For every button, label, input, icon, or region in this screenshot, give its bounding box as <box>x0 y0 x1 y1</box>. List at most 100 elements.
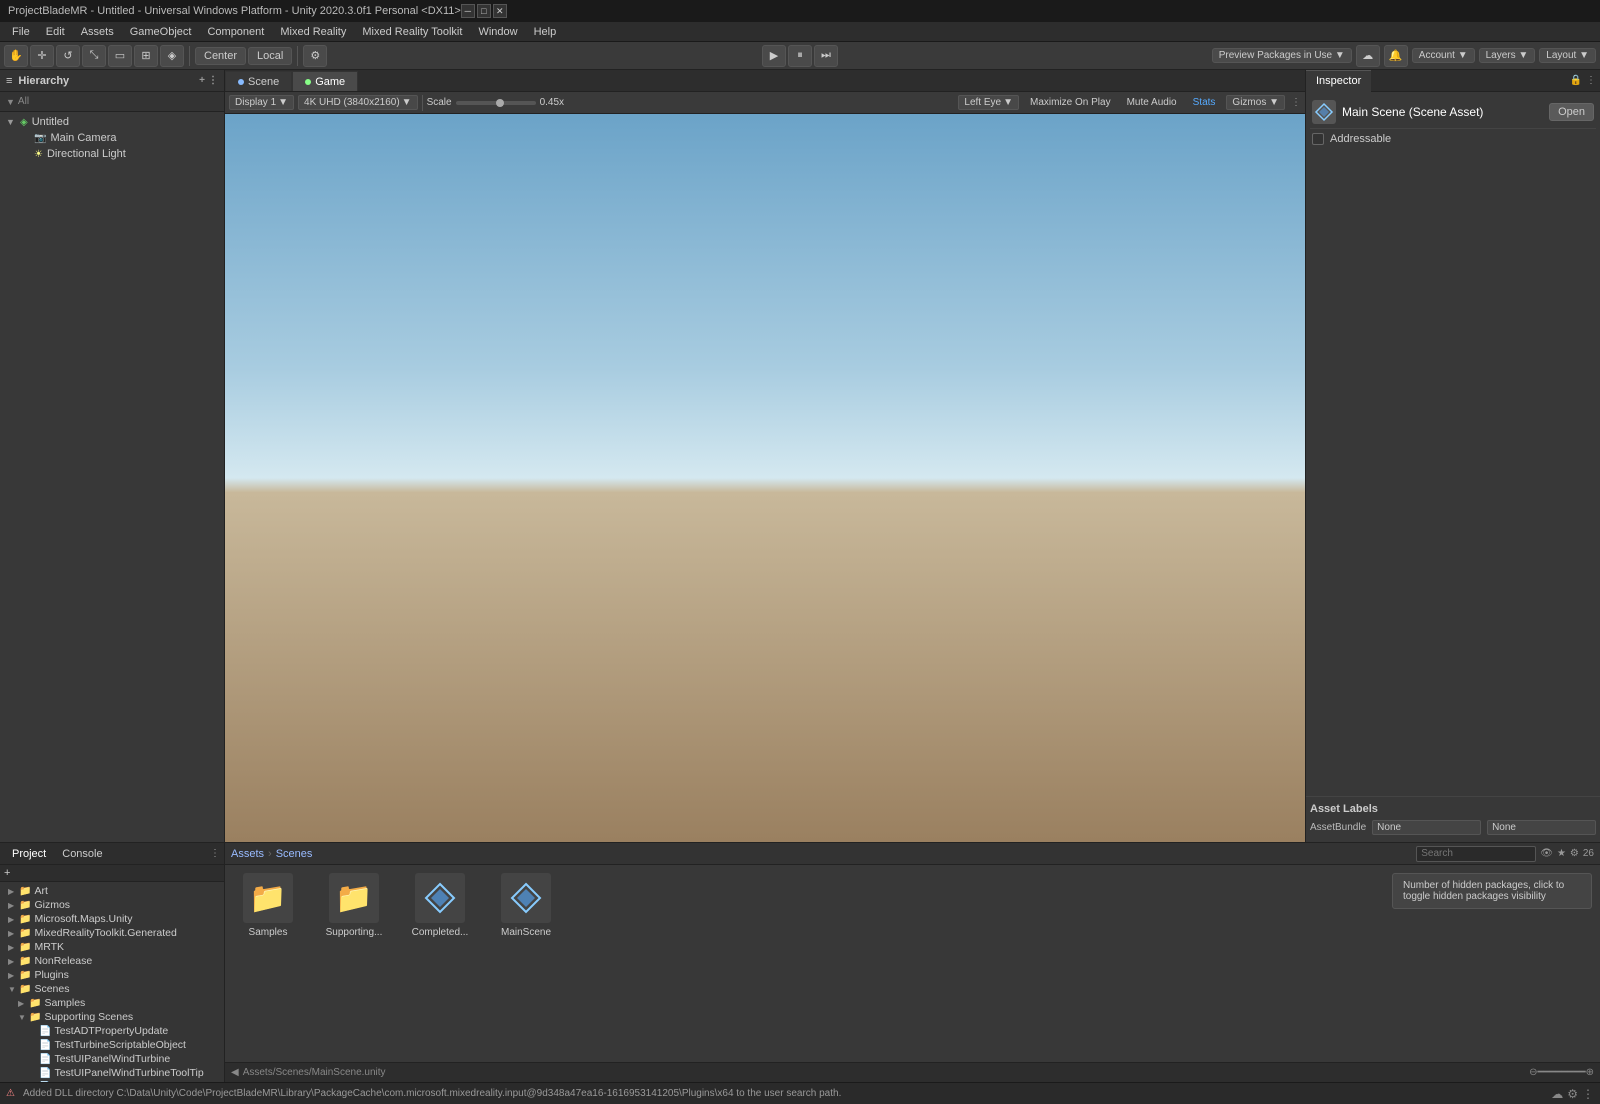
display-dropdown[interactable]: Display 1 ▼ <box>229 95 294 110</box>
menu-edit[interactable]: Edit <box>38 24 73 40</box>
eye-dropdown[interactable]: Left Eye ▼ <box>958 95 1019 110</box>
testadt-icon: 📄 <box>39 1026 51 1037</box>
status-cloud-btn[interactable]: ☁ <box>1551 1087 1563 1101</box>
asset-eye-icon[interactable]: 👁 <box>1540 848 1553 859</box>
camera-icon: 📷 <box>34 133 46 144</box>
asset-filter-icon[interactable]: ⚙ <box>1570 848 1579 859</box>
mrtk-arrow: ▶ <box>8 943 16 952</box>
tree-item-art[interactable]: ▶ 📁 Art <box>0 884 224 898</box>
breadcrumb-scenes[interactable]: Scenes <box>276 848 313 860</box>
tree-item-mrtk[interactable]: ▶ 📁 MRTK <box>0 940 224 954</box>
mute-audio[interactable]: Mute Audio <box>1122 96 1182 109</box>
project-tab-project[interactable]: Project <box>4 846 54 862</box>
scene-icon: ◈ <box>20 117 28 128</box>
plugins-icon: 📁 <box>19 970 31 981</box>
asset-path-slider[interactable]: ⊖━━━━━━━━⊕ <box>1529 1067 1594 1078</box>
tree-item-testui1[interactable]: 📄 TestUIPanelWindTurbine <box>0 1052 224 1066</box>
tree-item-samples[interactable]: ▶ 📁 Samples <box>0 996 224 1010</box>
add-asset-button[interactable]: + <box>4 867 10 879</box>
maximize-button[interactable]: □ <box>477 4 491 18</box>
inspector-bottom: Asset Labels AssetBundle None None <box>1306 796 1600 842</box>
menu-assets[interactable]: Assets <box>73 24 122 40</box>
menu-window[interactable]: Window <box>470 24 525 40</box>
snap-settings-button[interactable]: ⚙ <box>303 45 327 67</box>
rotate-tool-button[interactable]: ↺ <box>56 45 80 67</box>
breadcrumb-assets[interactable]: Assets <box>231 848 264 860</box>
asset-item-completed[interactable]: Completed... <box>405 873 475 938</box>
hierarchy-light-item[interactable]: ☀ Directional Light <box>0 146 224 162</box>
account-dropdown[interactable]: Account ▼ <box>1412 48 1475 63</box>
project-tab-console[interactable]: Console <box>54 846 110 862</box>
minimize-button[interactable]: ─ <box>461 4 475 18</box>
status-settings-btn[interactable]: ⚙ <box>1567 1087 1578 1101</box>
asset-variant-dropdown[interactable]: None <box>1487 820 1596 835</box>
addressable-checkbox[interactable] <box>1312 133 1324 145</box>
menu-help[interactable]: Help <box>526 24 565 40</box>
resolution-dropdown[interactable]: 4K UHD (3840x2160) ▼ <box>298 95 418 110</box>
tree-item-testui2[interactable]: 📄 TestUIPanelWindTurbineToolTip <box>0 1066 224 1080</box>
rect-tool-button[interactable]: ▭ <box>108 45 132 67</box>
layout-dropdown[interactable]: Layout ▼ <box>1539 48 1596 63</box>
maximize-on-play[interactable]: Maximize On Play <box>1025 96 1116 109</box>
hierarchy-scene-item[interactable]: ▼ ◈ Untitled <box>0 114 224 130</box>
menu-component[interactable]: Component <box>199 24 272 40</box>
custom-tool-button[interactable]: ◈ <box>160 45 184 67</box>
hierarchy-add-button[interactable]: + <box>199 75 205 86</box>
stats-button[interactable]: Stats <box>1188 96 1221 109</box>
play-button[interactable]: ▶ <box>762 45 786 67</box>
menu-file[interactable]: File <box>4 24 38 40</box>
asset-item-mainscene[interactable]: MainScene <box>491 873 561 938</box>
step-button[interactable]: ⏭ <box>814 45 838 67</box>
preview-packages-button[interactable]: Preview Packages in Use ▼ <box>1212 48 1352 63</box>
status-more-btn[interactable]: ⋮ <box>1582 1087 1594 1101</box>
tree-item-testturbine[interactable]: 📄 TestTurbineScriptableObject <box>0 1038 224 1052</box>
tree-item-scenes[interactable]: ▼ 📁 Scenes <box>0 982 224 996</box>
scale-tool-button[interactable]: ⤡ <box>82 45 106 67</box>
inspector-lock-button[interactable]: 🔒 <box>1570 75 1582 86</box>
status-bar: ⚠ Added DLL directory C:\Data\Unity\Code… <box>0 1082 1600 1104</box>
project-more-btn[interactable]: ⋮ <box>210 848 220 859</box>
scale-slider[interactable] <box>456 101 536 105</box>
tree-item-plugins[interactable]: ▶ 📁 Plugins <box>0 968 224 982</box>
tree-item-testadt[interactable]: 📄 TestADTPropertyUpdate <box>0 1024 224 1038</box>
tree-item-supporting[interactable]: ▼ 📁 Supporting Scenes <box>0 1010 224 1024</box>
collab-button[interactable]: 🔔 <box>1384 45 1408 67</box>
hand-tool-button[interactable]: ✋ <box>4 45 28 67</box>
cloud-button[interactable]: ☁ <box>1356 45 1380 67</box>
layers-dropdown[interactable]: Layers ▼ <box>1479 48 1536 63</box>
transform-tool-button[interactable]: ⊞ <box>134 45 158 67</box>
tree-item-testprogress[interactable]: 📄 TestUIProgress <box>0 1080 224 1082</box>
asset-bundle-dropdown[interactable]: None <box>1372 820 1481 835</box>
local-button[interactable]: Local <box>248 47 292 65</box>
tree-item-nonrelease[interactable]: ▶ 📁 NonRelease <box>0 954 224 968</box>
light-icon: ☀ <box>34 149 43 160</box>
tree-item-maps[interactable]: ▶ 📁 Microsoft.Maps.Unity <box>0 912 224 926</box>
hierarchy-more-button[interactable]: ⋮ <box>208 75 218 86</box>
menu-bar: File Edit Assets GameObject Component Mi… <box>0 22 1600 42</box>
open-button[interactable]: Open <box>1549 103 1594 121</box>
game-tab[interactable]: Game <box>292 71 358 91</box>
asset-item-samples[interactable]: 📁 Samples <box>233 873 303 938</box>
pause-button[interactable]: ⏸ <box>788 45 812 67</box>
center-button[interactable]: Center <box>195 47 246 65</box>
asset-item-supporting[interactable]: 📁 Supporting... <box>319 873 389 938</box>
asset-search-input[interactable] <box>1416 846 1536 862</box>
tree-item-mrtk-gen[interactable]: ▶ 📁 MixedRealityToolkit.Generated <box>0 926 224 940</box>
menu-gameobject[interactable]: GameObject <box>122 24 200 40</box>
menu-mixed-reality[interactable]: Mixed Reality <box>272 24 354 40</box>
asset-star-icon[interactable]: ★ <box>1557 848 1566 859</box>
hidden-packages-notice[interactable]: Number of hidden packages, click to togg… <box>1392 873 1592 909</box>
scene-tab[interactable]: Scene <box>225 71 292 91</box>
move-tool-button[interactable]: ✛ <box>30 45 54 67</box>
hierarchy-camera-item[interactable]: 📷 Main Camera <box>0 130 224 146</box>
scenes-arrow: ▼ <box>8 985 16 994</box>
gizmos-dropdown[interactable]: Gizmos ▼ <box>1226 95 1285 110</box>
hierarchy-content: ▼ ◈ Untitled 📷 Main Camera ☀ Directional… <box>0 112 224 842</box>
close-button[interactable]: ✕ <box>493 4 507 18</box>
viewport-more-button[interactable]: ⋮ <box>1291 97 1301 108</box>
tree-item-gizmos[interactable]: ▶ 📁 Gizmos <box>0 898 224 912</box>
toolbar-sep-2 <box>297 46 298 66</box>
menu-mixed-reality-toolkit[interactable]: Mixed Reality Toolkit <box>354 24 470 40</box>
inspector-tab[interactable]: Inspector <box>1306 70 1371 92</box>
inspector-more-button[interactable]: ⋮ <box>1586 75 1596 86</box>
